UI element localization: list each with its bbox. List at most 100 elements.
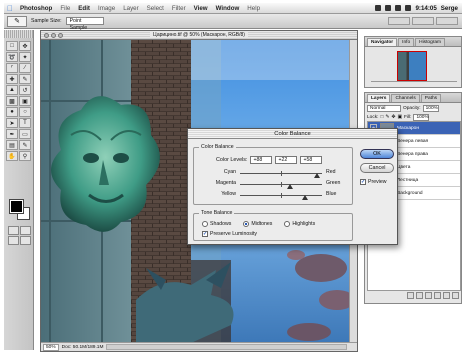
notes-tool-icon[interactable]: ▤ — [6, 140, 18, 150]
preserve-luminosity-checkbox[interactable]: ✓ Preserve Luminosity — [202, 231, 257, 237]
lasso-tool-icon[interactable]: ➰ — [6, 52, 18, 62]
menu-file[interactable]: File — [56, 5, 74, 12]
palette-well-tab[interactable] — [436, 17, 458, 25]
slider-knob[interactable] — [314, 173, 321, 178]
magenta-green-slider[interactable]: Magenta Green — [200, 180, 350, 189]
cancel-button[interactable]: Cancel — [360, 163, 394, 173]
clone-stamp-tool-icon[interactable]: ▲ — [6, 85, 18, 95]
history-brush-tool-icon[interactable]: ↺ — [19, 85, 31, 95]
pen-tool-icon[interactable]: ✒ — [6, 129, 18, 139]
close-icon[interactable] — [44, 32, 49, 38]
dialog-title[interactable]: Color Balance — [188, 129, 397, 139]
gradient-tool-icon[interactable]: ▣ — [19, 96, 31, 106]
slider-center-tick — [281, 171, 282, 176]
menu-view[interactable]: View — [190, 5, 212, 12]
eraser-tool-icon[interactable]: ▩ — [6, 96, 18, 106]
level-cyan-red-input[interactable]: +88 — [250, 156, 273, 164]
eyedropper-tool-icon[interactable]: ✎ — [19, 140, 31, 150]
level-magenta-green-input[interactable]: +22 — [275, 156, 298, 164]
menu-filter[interactable]: Filter — [168, 5, 190, 12]
menu-clock[interactable]: 9:14:05 — [415, 5, 436, 12]
tab-info[interactable]: Info — [398, 38, 415, 46]
lock-image-icon[interactable]: ✎ — [385, 115, 389, 120]
tab-channels[interactable]: Channels — [391, 94, 420, 102]
layers-tabs: Layers Channels Paths — [365, 93, 461, 103]
eyedropper-preset-icon[interactable]: ✎ — [7, 15, 27, 27]
blend-mode-select[interactable]: Normal — [367, 105, 401, 112]
menu-layer[interactable]: Layer — [119, 5, 142, 12]
tab-histogram[interactable]: Histogram — [415, 38, 445, 46]
ok-button[interactable]: OK — [360, 149, 394, 159]
marquee-tool-icon[interactable]: □ — [6, 41, 18, 51]
hand-tool-icon[interactable]: ✋ — [6, 151, 18, 161]
menu-image[interactable]: Image — [94, 5, 119, 12]
palette-well-tab[interactable] — [388, 17, 410, 25]
menu-help[interactable]: Help — [243, 5, 264, 12]
magic-wand-tool-icon[interactable]: ✦ — [19, 52, 31, 62]
slider-left-label: Yellow — [221, 191, 236, 197]
foreground-color-swatch[interactable] — [9, 199, 24, 214]
tab-navigator[interactable]: Navigator — [367, 38, 398, 46]
menu-user[interactable]: Serge — [441, 5, 458, 12]
zoom-level-field[interactable]: 50% — [43, 343, 59, 351]
level-yellow-blue-input[interactable]: +58 — [300, 156, 323, 164]
sample-size-select[interactable]: Point Sample — [65, 17, 104, 31]
document-titlebar[interactable]: Царицино.tif @ 50% (Маскарон, RGB/8) — [41, 31, 357, 40]
cyan-red-slider[interactable]: Cyan Red — [200, 169, 350, 178]
layer-style-icon[interactable] — [407, 292, 414, 299]
move-tool-icon[interactable]: ✥ — [19, 41, 31, 51]
layer-name: Цвета — [397, 164, 411, 170]
new-layer-icon[interactable] — [443, 292, 450, 299]
battery-icon[interactable] — [405, 5, 412, 11]
yellow-blue-slider[interactable]: Yellow Blue — [200, 191, 350, 200]
fill-field[interactable]: 100% — [413, 114, 430, 121]
zoom-icon[interactable] — [58, 32, 63, 38]
horizontal-scrollbar[interactable] — [106, 344, 347, 350]
layer-mask-icon[interactable] — [416, 292, 423, 299]
minimize-icon[interactable] — [51, 32, 56, 38]
type-tool-icon[interactable]: T — [19, 118, 31, 128]
brush-tool-icon[interactable]: ✎ — [19, 74, 31, 84]
path-selection-tool-icon[interactable]: ➤ — [6, 118, 18, 128]
opacity-field[interactable]: 100% — [422, 105, 439, 112]
healing-brush-tool-icon[interactable]: ✚ — [6, 74, 18, 84]
slider-knob[interactable] — [287, 184, 294, 189]
menu-window[interactable]: Window — [212, 5, 244, 12]
dodge-tool-icon[interactable]: ○ — [19, 107, 31, 117]
apple-menu-icon[interactable]:  — [4, 4, 16, 13]
airport-icon[interactable] — [385, 5, 392, 11]
navigator-thumbnail[interactable] — [397, 51, 427, 81]
tab-layers[interactable]: Layers — [367, 94, 391, 102]
screen-mode-full-icon[interactable] — [20, 236, 31, 245]
navigator-zoom-slider[interactable] — [371, 81, 457, 85]
blur-tool-icon[interactable]: ● — [6, 107, 18, 117]
adjustment-layer-icon[interactable] — [434, 292, 441, 299]
doc-size-info[interactable]: Doc: 50.1M/189.1M — [62, 345, 104, 350]
screen-mode-standard-icon[interactable] — [8, 236, 19, 245]
menu-select[interactable]: Select — [143, 5, 168, 12]
crop-tool-icon[interactable]: ⌜ — [6, 63, 18, 73]
volume-icon[interactable] — [395, 5, 402, 11]
new-set-icon[interactable] — [425, 292, 432, 299]
radio-shadows[interactable]: Shadows — [202, 221, 231, 227]
menu-photoshop[interactable]: Photoshop — [16, 5, 56, 12]
zoom-tool-icon[interactable]: ⚲ — [19, 151, 31, 161]
menu-edit[interactable]: Edit — [74, 5, 94, 12]
radio-midtones[interactable]: Midtones — [243, 221, 272, 227]
slider-knob[interactable] — [301, 195, 308, 200]
trash-icon[interactable] — [452, 292, 459, 299]
tab-paths[interactable]: Paths — [420, 94, 442, 102]
color-balance-group-title: Color Balance — [199, 144, 236, 150]
radio-highlights[interactable]: Highlights — [284, 221, 315, 227]
toolbox-grip[interactable] — [4, 30, 33, 38]
palette-well-tab[interactable] — [412, 17, 434, 25]
standard-mode-icon[interactable] — [8, 226, 19, 235]
lock-transparency-icon[interactable]: □ — [380, 115, 383, 120]
lock-all-icon[interactable]: ▣ — [397, 115, 402, 120]
slice-tool-icon[interactable]: ∕ — [19, 63, 31, 73]
shape-tool-icon[interactable]: ▭ — [19, 129, 31, 139]
quick-mask-icon[interactable] — [20, 226, 31, 235]
lock-position-icon[interactable]: ✥ — [391, 115, 395, 120]
preview-checkbox[interactable]: ✓ Preview — [360, 179, 386, 185]
bluetooth-icon[interactable] — [375, 5, 382, 11]
